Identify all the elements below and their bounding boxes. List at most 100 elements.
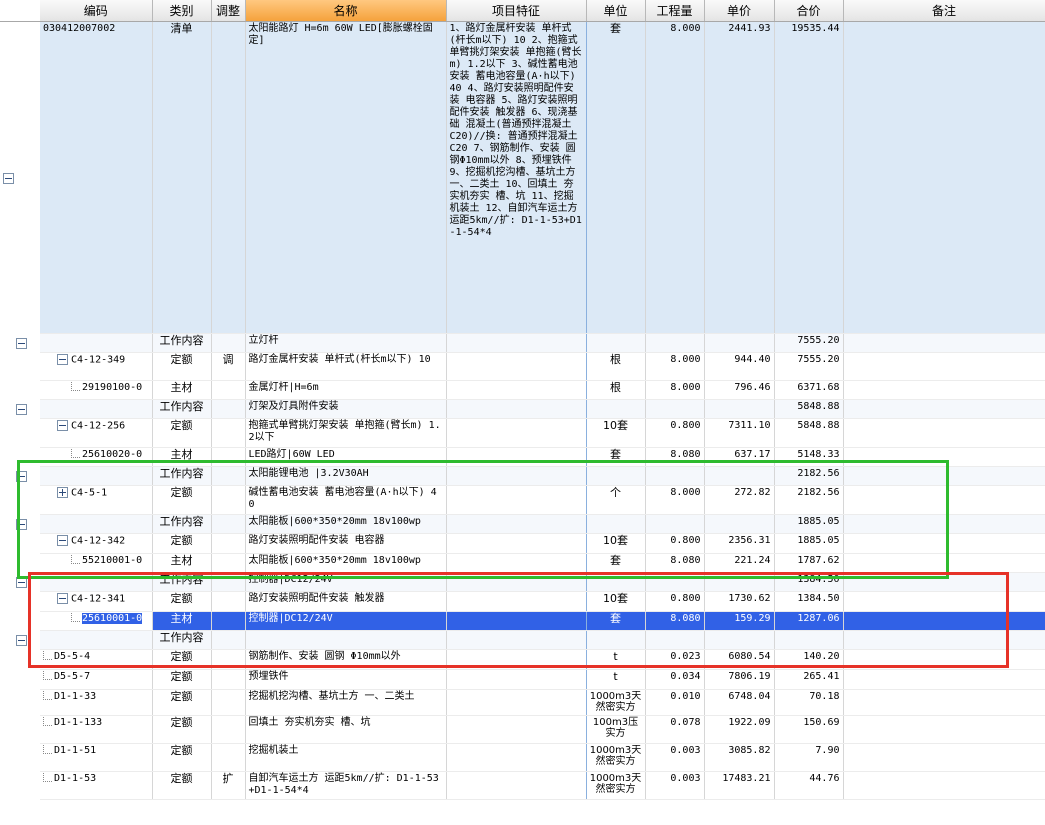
cell-price[interactable] bbox=[704, 466, 775, 486]
cell-note[interactable] bbox=[843, 553, 1045, 573]
col-header-unit[interactable]: 单位 bbox=[586, 0, 646, 22]
cell-price[interactable]: 796.46 bbox=[704, 380, 775, 400]
cell-unit[interactable]: 个 bbox=[586, 485, 646, 515]
cell-adjust[interactable] bbox=[211, 333, 246, 353]
cell-type[interactable]: 定额 bbox=[152, 743, 212, 772]
collapse-icon[interactable] bbox=[16, 577, 27, 588]
cell-note[interactable] bbox=[843, 514, 1045, 534]
cell-name[interactable]: 路灯金属杆安装 单杆式(杆长m以下) 10 bbox=[245, 352, 447, 381]
col-header-type[interactable]: 类别 bbox=[152, 0, 212, 22]
cell-price[interactable]: 1922.09 bbox=[704, 715, 775, 744]
cell-total[interactable]: 5848.88 bbox=[774, 399, 844, 419]
cell-name[interactable]: 路灯安装照明配件安装 触发器 bbox=[245, 591, 447, 612]
cell-spec[interactable] bbox=[446, 669, 587, 690]
cell-code[interactable]: 030412007002 bbox=[40, 21, 153, 334]
cell-type[interactable]: 定额 bbox=[152, 649, 212, 670]
cell-total[interactable]: 2182.56 bbox=[774, 485, 844, 515]
cell-spec[interactable] bbox=[446, 466, 587, 486]
cell-total[interactable]: 1787.62 bbox=[774, 553, 844, 573]
cell-adjust[interactable] bbox=[211, 447, 246, 467]
cell-name[interactable]: 太阳能路灯 H=6m 60W LED[膨胀螺栓固定] bbox=[245, 21, 447, 334]
cell-code[interactable]: 29190100-0 bbox=[40, 380, 153, 400]
cell-spec[interactable] bbox=[446, 447, 587, 467]
cell-note[interactable] bbox=[843, 21, 1045, 334]
cell-unit[interactable]: 根 bbox=[586, 380, 646, 400]
cell-type[interactable]: 定额 bbox=[152, 689, 212, 716]
col-header-note[interactable]: 备注 bbox=[843, 0, 1045, 22]
collapse-icon[interactable] bbox=[16, 635, 27, 646]
cell-name[interactable]: 控制器|DC12/24V bbox=[245, 611, 447, 631]
cell-note[interactable] bbox=[843, 380, 1045, 400]
cell-note[interactable] bbox=[843, 418, 1045, 448]
cell-type[interactable]: 工作内容 bbox=[152, 333, 212, 353]
cell-qty[interactable]: 8.080 bbox=[645, 611, 705, 631]
collapse-icon[interactable] bbox=[57, 354, 68, 365]
cell-code[interactable]: C4-12-349 bbox=[40, 352, 153, 381]
cell-price[interactable]: 3085.82 bbox=[704, 743, 775, 772]
cell-spec[interactable] bbox=[446, 630, 587, 650]
cell-unit[interactable]: 根 bbox=[586, 352, 646, 381]
cell-name[interactable]: 太阳能板|600*350*20mm 18v100wp bbox=[245, 553, 447, 573]
cell-unit[interactable]: 套 bbox=[586, 553, 646, 573]
cell-note[interactable] bbox=[843, 399, 1045, 419]
cell-price[interactable] bbox=[704, 399, 775, 419]
cell-note[interactable] bbox=[843, 689, 1045, 716]
cell-name[interactable]: 立灯杆 bbox=[245, 333, 447, 353]
table-row[interactable]: C4-12-349 定额调路灯金属杆安装 单杆式(杆长m以下) 10 根 8.000 9… bbox=[0, 352, 1045, 381]
cell-type[interactable]: 工作内容 bbox=[152, 630, 212, 650]
cell-spec[interactable] bbox=[446, 399, 587, 419]
cell-adjust[interactable] bbox=[211, 689, 246, 716]
cell-type[interactable]: 定额 bbox=[152, 715, 212, 744]
cell-unit[interactable] bbox=[586, 399, 646, 419]
cell-adjust[interactable] bbox=[211, 533, 246, 554]
cell-total[interactable]: 6371.68 bbox=[774, 380, 844, 400]
cell-name[interactable]: 钢筋制作、安装 圆钢 Φ10mm以外 bbox=[245, 649, 447, 670]
cell-note[interactable] bbox=[843, 649, 1045, 670]
col-header-price[interactable]: 单价 bbox=[704, 0, 775, 22]
cell-code[interactable]: D5-5-7 bbox=[40, 669, 153, 690]
cell-name[interactable]: 灯架及灯具附件安装 bbox=[245, 399, 447, 419]
cell-code[interactable]: D1-1-133 bbox=[40, 715, 153, 744]
cell-total[interactable]: 70.18 bbox=[774, 689, 844, 716]
cell-name[interactable]: 回填土 夯实机夯实 槽、坑 bbox=[245, 715, 447, 744]
qingdan-row[interactable]: 030412007002 清单 太阳能路灯 H=6m 60W LED[膨胀螺栓固… bbox=[0, 21, 1045, 334]
cell-code[interactable] bbox=[40, 466, 153, 486]
cell-price[interactable] bbox=[704, 333, 775, 353]
cell-price[interactable]: 221.24 bbox=[704, 553, 775, 573]
cell-qty[interactable] bbox=[645, 514, 705, 534]
cell-total[interactable] bbox=[774, 630, 844, 650]
cell-qty[interactable] bbox=[645, 572, 705, 592]
cell-unit[interactable] bbox=[586, 466, 646, 486]
cell-adjust[interactable] bbox=[211, 399, 246, 419]
cell-unit[interactable]: 1000m3天然密实方 bbox=[586, 689, 646, 716]
cell-adjust[interactable] bbox=[211, 715, 246, 744]
cell-type[interactable]: 主材 bbox=[152, 553, 212, 573]
cell-qty[interactable]: 8.000 bbox=[645, 485, 705, 515]
cell-adjust[interactable] bbox=[211, 630, 246, 650]
cell-spec[interactable] bbox=[446, 553, 587, 573]
cell-adjust[interactable]: 调 bbox=[211, 352, 246, 381]
cell-total[interactable]: 5148.33 bbox=[774, 447, 844, 467]
cell-code[interactable]: D5-5-4 bbox=[40, 649, 153, 670]
cell-adjust[interactable] bbox=[211, 611, 246, 631]
cell-code[interactable]: C4-12-342 bbox=[40, 533, 153, 554]
cell-spec[interactable] bbox=[446, 591, 587, 612]
cell-total[interactable]: 1885.05 bbox=[774, 514, 844, 534]
cell-spec[interactable] bbox=[446, 715, 587, 744]
cell-name[interactable]: 抱箍式单臂挑灯架安装 单抱箍(臂长m) 1.2以下 bbox=[245, 418, 447, 448]
cell-type[interactable]: 工作内容 bbox=[152, 399, 212, 419]
cell-adjust[interactable] bbox=[211, 466, 246, 486]
cell-qty[interactable] bbox=[645, 399, 705, 419]
cell-qty[interactable] bbox=[645, 630, 705, 650]
cell-adjust[interactable] bbox=[211, 485, 246, 515]
cell-price[interactable]: 7311.10 bbox=[704, 418, 775, 448]
collapse-icon[interactable] bbox=[16, 404, 27, 415]
cell-qty[interactable]: 8.080 bbox=[645, 553, 705, 573]
cell-total[interactable]: 19535.44 bbox=[774, 21, 844, 334]
cell-unit[interactable]: 10套 bbox=[586, 418, 646, 448]
cell-adjust[interactable] bbox=[211, 418, 246, 448]
cell-qty[interactable]: 8.000 bbox=[645, 352, 705, 381]
cell-adjust[interactable] bbox=[211, 380, 246, 400]
table-row[interactable]: 29190100-0 主材 金属灯杆|H=6m 根 8.000 796.46 6371.68 bbox=[0, 380, 1045, 400]
cell-total[interactable]: 140.20 bbox=[774, 649, 844, 670]
